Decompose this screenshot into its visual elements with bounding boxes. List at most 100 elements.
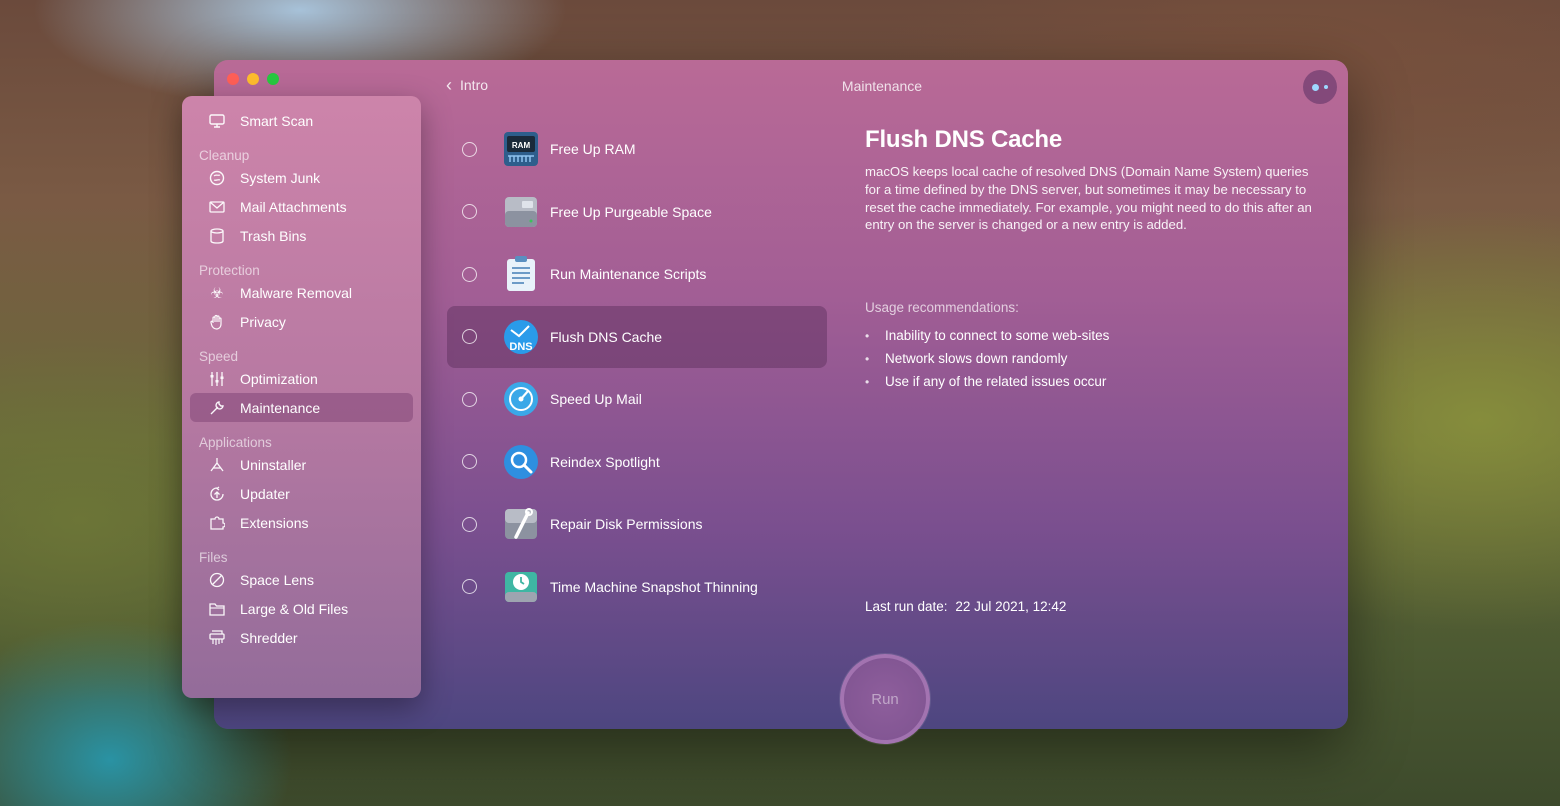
task-row-run-maintenance-scripts[interactable]: Run Maintenance Scripts [447,243,827,306]
task-detail-panel: Flush DNS Cache macOS keeps local cache … [865,126,1315,234]
updater-icon [208,485,226,503]
speed-mail-icon [502,380,540,418]
sidebar-item-trash-bins[interactable]: Trash Bins [190,221,413,250]
sidebar-item-space-lens[interactable]: Space Lens [190,565,413,594]
sidebar-item-label: Updater [240,485,290,502]
folder-icon [208,600,226,618]
mail-icon [208,198,226,216]
task-label: Time Machine Snapshot Thinning [550,578,758,595]
task-row-reindex-spotlight[interactable]: Reindex Spotlight [447,431,827,494]
sidebar-item-label: Space Lens [240,571,314,588]
task-checkbox[interactable] [462,204,477,220]
sidebar-item-system-junk[interactable]: System Junk [190,163,413,192]
back-button[interactable]: ‹ Intro [446,76,488,94]
task-checkbox[interactable] [462,141,477,157]
run-button[interactable]: Run [840,654,930,744]
sidebar-item-optimization[interactable]: Optimization [190,364,413,393]
last-run-value: 22 Jul 2021, 12:42 [955,599,1067,614]
assistant-dot-icon [1324,85,1328,89]
sidebar: Smart Scan Cleanup System Junk Mail Atta… [182,96,421,698]
task-label: Free Up Purgeable Space [550,203,712,220]
sidebar-item-updater[interactable]: Updater [190,479,413,508]
sidebar-item-large-old-files[interactable]: Large & Old Files [190,594,413,623]
task-row-free-up-ram[interactable]: RAM Free Up RAM [447,118,827,181]
sidebar-item-label: Malware Removal [240,284,353,301]
assistant-button[interactable] [1303,70,1337,104]
sidebar-item-mail-attachments[interactable]: Mail Attachments [190,192,413,221]
sidebar-item-extensions[interactable]: Extensions [190,508,413,537]
task-label: Repair Disk Permissions [550,516,703,533]
sidebar-section-header: Cleanup [199,148,250,163]
wrench-icon [208,399,226,417]
maintenance-task-list: RAM Free Up RAM Free Up Purgeable Space … [447,118,827,618]
usage-item: Use if any of the related issues occur [865,370,1109,393]
spotlight-icon [502,443,540,481]
sidebar-item-label: Trash Bins [240,227,307,244]
sidebar-item-label: Uninstaller [240,456,307,473]
hand-icon [208,313,226,331]
task-row-speed-up-mail[interactable]: Speed Up Mail [447,368,827,431]
task-checkbox[interactable] [462,391,477,407]
task-row-flush-dns-cache[interactable]: DNS Flush DNS Cache [447,305,827,368]
lens-icon [208,571,226,589]
ram-icon-text: RAM [512,141,531,150]
disk-icon [502,193,540,231]
window-title: Maintenance [841,78,923,94]
last-run-date: Last run date: 22 Jul 2021, 12:42 [865,599,1070,614]
extensions-icon [208,514,226,532]
sidebar-item-label: System Junk [240,169,321,186]
sidebar-item-shredder[interactable]: Shredder [190,623,413,652]
sidebar-section-header: Files [199,550,228,565]
time-machine-icon [502,568,540,606]
task-checkbox[interactable] [462,454,477,470]
uninstaller-icon [208,456,226,474]
task-label: Reindex Spotlight [550,453,660,470]
close-window-button[interactable] [227,73,239,85]
disk-repair-icon [502,505,540,543]
task-checkbox[interactable] [462,329,477,345]
zoom-window-button[interactable] [267,73,279,85]
sidebar-item-label: Extensions [240,514,309,531]
task-label: Flush DNS Cache [550,328,663,345]
sidebar-item-smart-scan[interactable]: Smart Scan [190,106,413,135]
task-label: Speed Up Mail [550,391,642,408]
task-checkbox[interactable] [462,579,477,595]
task-label: Free Up RAM [550,141,636,158]
task-row-free-up-purgeable-space[interactable]: Free Up Purgeable Space [447,181,827,244]
sidebar-item-maintenance[interactable]: Maintenance [190,393,413,422]
sidebar-section-header: Speed [199,349,239,364]
sidebar-item-label: Maintenance [240,399,321,416]
biohazard-icon: ☣ [210,284,224,302]
shredder-icon [208,629,226,647]
task-checkbox[interactable] [462,266,477,282]
task-checkbox[interactable] [462,516,477,532]
assistant-dot-icon [1312,83,1319,91]
usage-item: Network slows down randomly [865,347,1109,370]
last-run-label: Last run date: [865,599,948,614]
chevron-left-icon: ‹ [446,75,452,95]
sidebar-section-header: Protection [199,263,260,278]
usage-header: Usage recommendations: [865,300,1019,315]
clipboard-icon [502,255,540,293]
dns-icon-text: DNS [509,341,532,353]
task-label: Run Maintenance Scripts [550,266,707,283]
junk-icon [208,169,226,187]
task-row-repair-disk-permissions[interactable]: Repair Disk Permissions [447,493,827,556]
sliders-icon [208,370,226,388]
usage-list: Inability to connect to some web-sites N… [865,324,1109,393]
sidebar-item-privacy[interactable]: Privacy [190,307,413,336]
sidebar-item-label: Shredder [240,629,298,646]
minimize-window-button[interactable] [247,73,259,85]
sidebar-item-label: Mail Attachments [240,198,347,215]
sidebar-item-label: Optimization [240,370,318,387]
sidebar-item-label: Smart Scan [240,112,314,129]
monitor-icon [208,112,226,130]
task-row-time-machine-snapshot-thinning[interactable]: Time Machine Snapshot Thinning [447,556,827,619]
back-label: Intro [460,77,489,93]
sidebar-item-malware-removal[interactable]: ☣ Malware Removal [190,278,413,307]
detail-title: Flush DNS Cache [865,126,1063,153]
usage-item: Inability to connect to some web-sites [865,324,1109,347]
trash-icon [208,227,226,245]
sidebar-section-header: Applications [199,435,272,450]
sidebar-item-uninstaller[interactable]: Uninstaller [190,450,413,479]
